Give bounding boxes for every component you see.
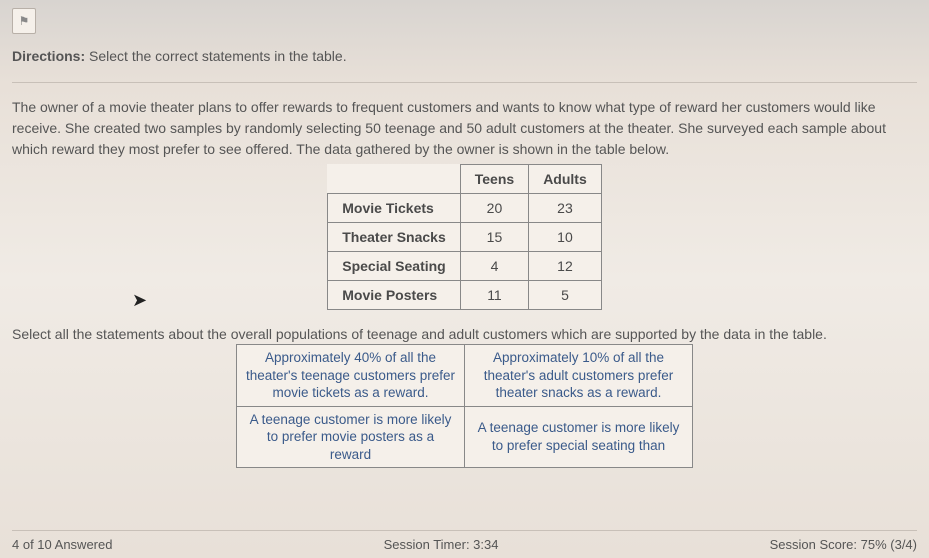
footer-bar: 4 of 10 Answered Session Timer: 3:34 Ses… [12, 530, 917, 552]
cell-value: 15 [460, 223, 528, 252]
directions-text: Select the correct statements in the tab… [89, 48, 347, 64]
row-label: Movie Posters [328, 281, 461, 310]
answer-option-a[interactable]: Approximately 40% of all the theater's t… [237, 345, 465, 407]
flag-icon: ⚑ [19, 14, 30, 28]
directions-label: Directions: [12, 48, 85, 64]
cell-value: 4 [460, 252, 528, 281]
answer-option-d[interactable]: A teenage customer is more likely to pre… [465, 406, 693, 468]
table-row: Theater Snacks 15 10 [328, 223, 602, 252]
row-label: Theater Snacks [328, 223, 461, 252]
session-timer: Session Timer: 3:34 [384, 537, 499, 552]
progress-text: 4 of 10 Answered [12, 537, 112, 552]
answer-grid: Approximately 40% of all the theater's t… [236, 344, 693, 468]
row-label: Special Seating [328, 252, 461, 281]
divider-top [12, 82, 917, 83]
table-row: Special Seating 4 12 [328, 252, 602, 281]
cell-value: 20 [460, 194, 528, 223]
cell-value: 11 [460, 281, 528, 310]
cell-value: 5 [529, 281, 602, 310]
table-corner [328, 165, 461, 194]
answer-option-b[interactable]: Approximately 10% of all the theater's a… [465, 345, 693, 407]
row-label: Movie Tickets [328, 194, 461, 223]
cell-value: 23 [529, 194, 602, 223]
table-row: Movie Posters 11 5 [328, 281, 602, 310]
select-prompt: Select all the statements about the over… [12, 326, 917, 342]
flag-button[interactable]: ⚑ [12, 8, 36, 34]
data-table: Teens Adults Movie Tickets 20 23 Theater… [327, 164, 602, 310]
directions-line: Directions: Select the correct statement… [12, 48, 917, 64]
cell-value: 12 [529, 252, 602, 281]
session-score: Session Score: 75% (3/4) [770, 537, 917, 552]
answer-option-c[interactable]: A teenage customer is more likely to pre… [237, 406, 465, 468]
col-header-adults: Adults [529, 165, 602, 194]
cell-value: 10 [529, 223, 602, 252]
table-row: Movie Tickets 20 23 [328, 194, 602, 223]
question-passage: The owner of a movie theater plans to of… [12, 97, 917, 160]
col-header-teens: Teens [460, 165, 528, 194]
mouse-cursor-icon: ➤ [132, 290, 147, 311]
